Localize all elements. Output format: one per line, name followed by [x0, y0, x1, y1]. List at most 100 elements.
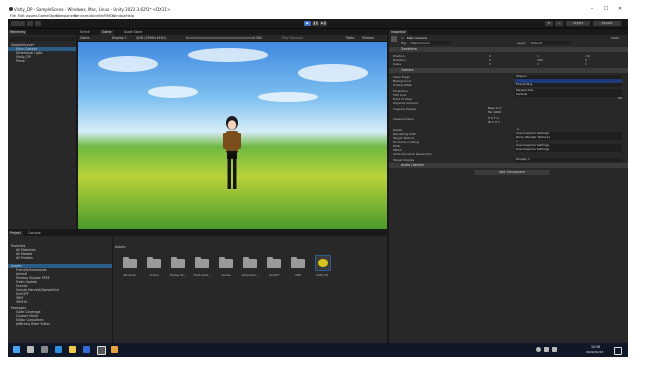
network-icon[interactable] [544, 347, 549, 352]
layer-dropdown[interactable]: Default [531, 41, 571, 45]
transform-header[interactable]: Transform [389, 47, 628, 52]
camera-row-value[interactable]: Display 1 [515, 157, 622, 162]
chrome-icon[interactable] [111, 346, 118, 353]
far-clip-field[interactable]: Far 1000 [487, 110, 594, 114]
minimize-button[interactable]: – [586, 5, 598, 13]
folder-icon[interactable] [267, 257, 281, 269]
tab-hierarchy[interactable]: Hierarchy [8, 30, 28, 35]
gizmos-button[interactable]: Gizmos [362, 36, 376, 40]
menu-window[interactable]: Window [112, 14, 126, 18]
asset-tree-item[interactable]: VRM10 [8, 300, 112, 304]
object-header: ☑ Main Camera Static [389, 36, 628, 42]
folder-icon[interactable] [291, 257, 305, 269]
cloud-shape [148, 86, 198, 98]
account-button[interactable] [11, 21, 25, 26]
asset-label: Scenes [221, 274, 231, 277]
cloud-icon[interactable] [27, 21, 33, 26]
asset-label: Vistly_DP [316, 274, 328, 277]
dynamic-resolution-checkbox[interactable] [515, 152, 622, 155]
project-tree: Favorites All Materials All Models All P… [8, 236, 113, 344]
cloud-shape [298, 64, 368, 82]
folder-icon[interactable] [219, 257, 233, 269]
camera-row: Allow Dynamic Resolution [389, 152, 628, 156]
asset-label: SampleSce... [241, 274, 259, 277]
game-dropdown[interactable]: Game [80, 36, 100, 40]
vrm-prefab-icon[interactable] [315, 255, 331, 271]
favorite-item[interactable]: All Prefabs [8, 256, 112, 260]
scale-z[interactable]: 1 [585, 62, 587, 66]
menu-services[interactable]: Services [74, 14, 89, 18]
edge-icon[interactable] [55, 346, 62, 353]
tag-dropdown[interactable]: MainCamera [411, 41, 451, 45]
window-title: Vistly_DP - SampleScene - Windows, Mac, … [14, 6, 171, 12]
camera-header[interactable]: Camera [389, 68, 628, 73]
tab-inspector[interactable]: Inspector [389, 30, 408, 35]
history-icon[interactable]: ⟲ [545, 21, 553, 26]
notification-icon[interactable] [614, 347, 622, 355]
windows-taskbar: 10:26 2024/10/13 [8, 343, 628, 357]
object-active-checkbox[interactable]: ☑ [401, 36, 404, 40]
viewport-wh-field[interactable]: W 1 H 1 [487, 120, 594, 124]
add-component-button[interactable]: Add Component [474, 170, 550, 175]
asset-label: _TerrainSa... [122, 274, 138, 277]
project-breadcrumb[interactable]: Assets [115, 245, 155, 249]
play-focused-dropdown[interactable]: Play Focused [282, 36, 312, 40]
game-viewport[interactable] [78, 42, 387, 229]
tray-icon[interactable] [536, 347, 541, 352]
task-view-icon[interactable] [41, 346, 48, 353]
pause-button[interactable]: ❚❚ [312, 21, 319, 26]
vrm-character-model[interactable] [219, 113, 245, 193]
store-icon[interactable] [83, 346, 90, 353]
hierarchy-item-plane[interactable]: Plane [8, 59, 76, 63]
camera-row-value[interactable]: Everything [515, 82, 622, 87]
menu-voicebr[interactable]: VoiceBr [89, 14, 102, 18]
menu-edit[interactable]: Edit [18, 14, 25, 18]
volume-icon[interactable] [552, 347, 557, 352]
main-toolbar: ▶ ❚❚ ▶❚ ⟲ ⌕ Layers Layout [8, 19, 628, 29]
folder-icon[interactable] [243, 257, 257, 269]
camera-row-label: Allow Dynamic Resolution [393, 152, 432, 156]
scale-label: Scale [393, 62, 402, 66]
audio-listener-header[interactable]: Audio Listener [389, 163, 628, 168]
menu-help[interactable]: Help [126, 14, 134, 18]
clock-time[interactable]: 10:26 [591, 345, 600, 349]
package-item[interactable]: JetBrains Rider Editor [8, 322, 112, 326]
asset-label: Animal [149, 274, 159, 277]
folder-icon[interactable] [195, 257, 209, 269]
scale-y[interactable]: 1 [537, 62, 539, 66]
folder-icon[interactable] [123, 257, 137, 269]
step-button[interactable]: ▶❚ [320, 21, 327, 26]
scale-value: 0.28x [253, 36, 262, 40]
asset-label: Fantasy Sk... [169, 274, 187, 277]
scale-x[interactable]: 1 [489, 62, 491, 66]
resolution-dropdown[interactable]: QHD (2560×1440) [136, 36, 176, 40]
camera-row: Target Display Display 1 [389, 157, 628, 162]
camera-row-label: Culling Mask [393, 83, 412, 87]
menu-file[interactable]: File [10, 14, 16, 18]
physical-camera-checkbox[interactable] [515, 101, 622, 104]
search-icon[interactable] [27, 346, 34, 353]
layers-dropdown[interactable]: Layers [566, 21, 590, 26]
play-button[interactable]: ▶ [304, 21, 311, 26]
start-icon[interactable] [13, 346, 20, 353]
menu-assets[interactable]: Assets [26, 14, 37, 18]
layer-label: Layer [517, 41, 526, 45]
unity-hub-icon[interactable] [97, 346, 106, 355]
layout-dropdown[interactable]: Layout [593, 21, 621, 26]
display-dropdown[interactable]: Display 1 [112, 36, 132, 40]
search-icon[interactable]: ⌕ [555, 21, 563, 26]
inspector-tabbar: Inspector [389, 30, 628, 35]
clock-date[interactable]: 2024/10/13 [586, 350, 603, 354]
folder-icon[interactable] [147, 257, 161, 269]
scale-slider[interactable] [188, 37, 253, 39]
static-toggle[interactable]: Static [611, 36, 620, 40]
close-button[interactable]: ✕ [614, 5, 626, 13]
maximize-button[interactable]: ☐ [600, 5, 612, 13]
hierarchy-search[interactable] [9, 37, 75, 41]
file-explorer-icon[interactable] [69, 346, 76, 353]
folder-icon[interactable] [171, 257, 185, 269]
stats-button[interactable]: Stats [346, 36, 356, 40]
collab-icon[interactable] [35, 21, 41, 26]
object-name-field[interactable]: Main Camera [407, 36, 427, 40]
camera-row-label: Target Display [393, 158, 415, 162]
